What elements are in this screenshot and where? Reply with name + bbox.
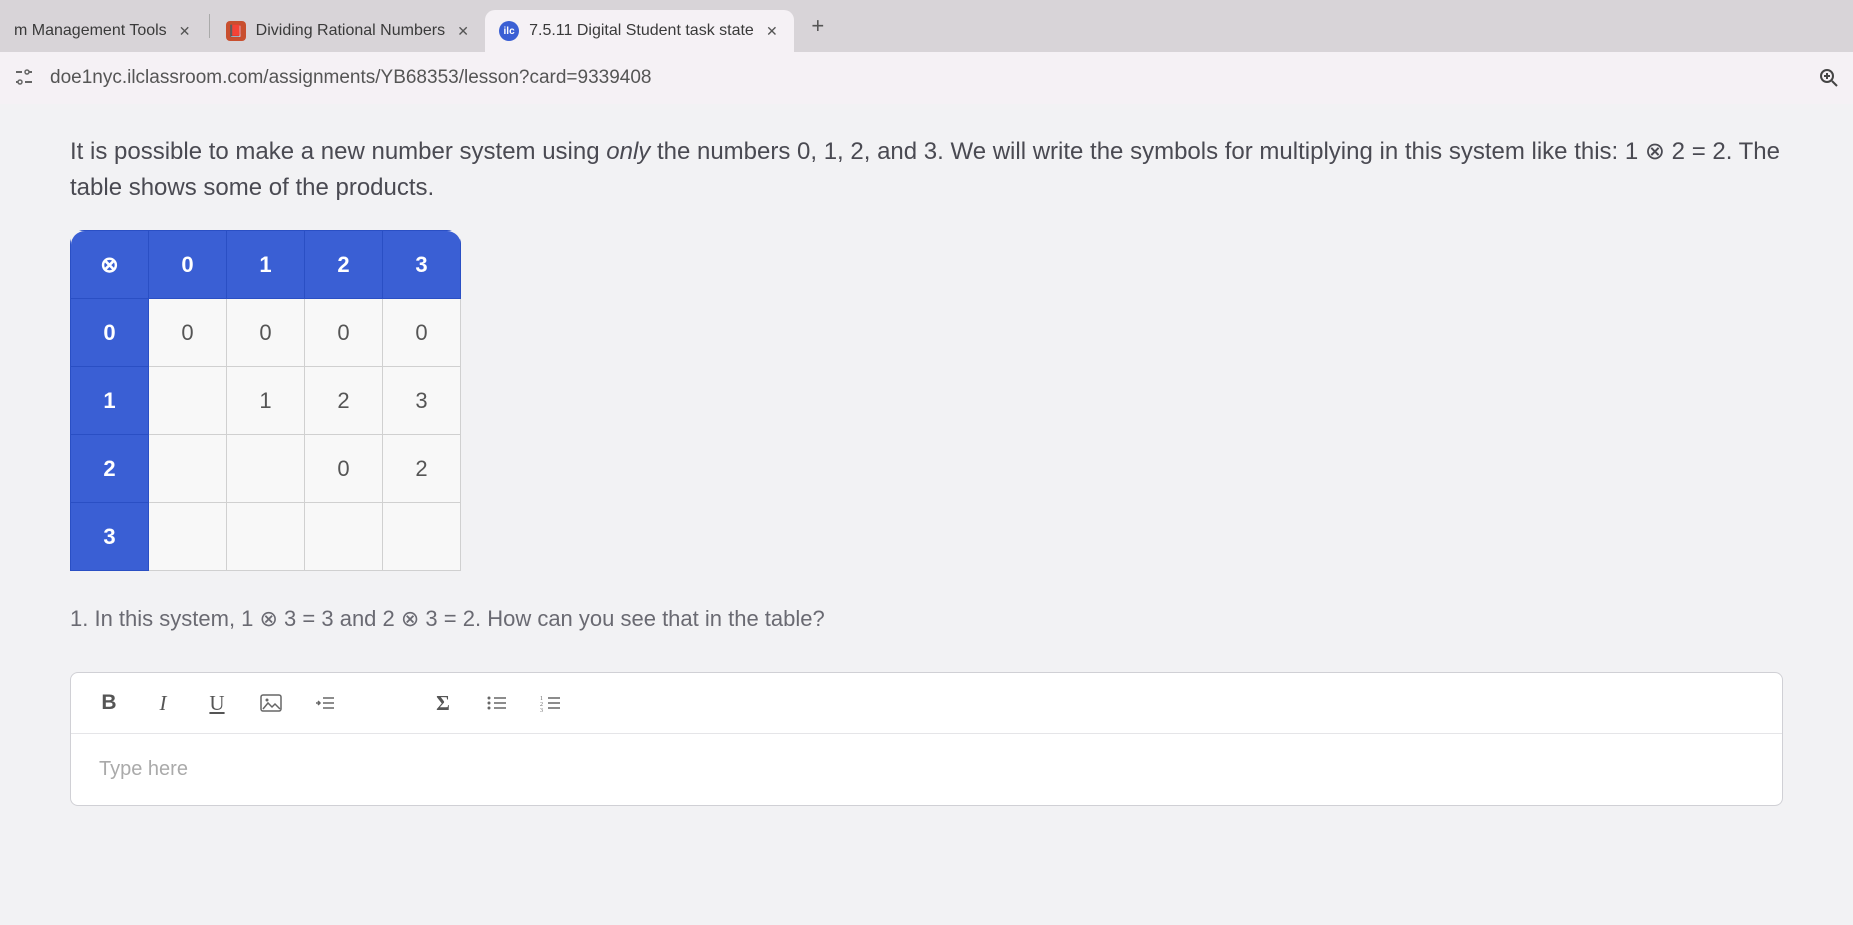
question-text: 1. In this system, 1 ⊗ 3 = 3 and 2 ⊗ 3 =… (70, 606, 1783, 632)
answer-editor: B I U Σ 123 Type here (70, 672, 1783, 806)
table-cell (305, 503, 383, 571)
row-header: 3 (71, 503, 149, 571)
svg-text:3: 3 (540, 708, 543, 712)
table-cell (227, 503, 305, 571)
table-cell (149, 503, 227, 571)
new-tab-button[interactable]: + (802, 10, 834, 42)
editor-textarea[interactable]: Type here (71, 734, 1782, 805)
ilc-icon: ilc (499, 21, 519, 41)
col-header: 0 (149, 231, 227, 299)
image-button[interactable] (257, 689, 285, 717)
table-cell: 0 (227, 299, 305, 367)
table-cell: 1 (227, 367, 305, 435)
close-icon[interactable]: ✕ (455, 23, 471, 39)
tab-management-tools[interactable]: m Management Tools ✕ (0, 10, 207, 52)
sigma-button[interactable]: Σ (429, 689, 457, 717)
editor-placeholder: Type here (99, 758, 188, 780)
browser-tab-bar: m Management Tools ✕ 📕 Dividing Rational… (0, 0, 1853, 52)
zoom-icon[interactable] (1817, 66, 1841, 90)
table-cell (227, 435, 305, 503)
intro-text: It is possible to make a new number syst… (70, 134, 1783, 206)
multiplication-table: ⊗ 0 1 2 3 0 0 0 0 0 1 1 2 3 2 (70, 230, 461, 571)
tab-dividing-rational[interactable]: 📕 Dividing Rational Numbers ✕ (212, 10, 485, 52)
table-cell: 0 (383, 299, 461, 367)
indent-button[interactable] (311, 689, 339, 717)
italic-button[interactable]: I (149, 689, 177, 717)
tab-digital-student-task[interactable]: ilc 7.5.11 Digital Student task state ✕ (485, 10, 794, 52)
table-cell: 0 (305, 299, 383, 367)
table-cell: 3 (383, 367, 461, 435)
table-cell: 0 (305, 435, 383, 503)
col-header: 1 (227, 231, 305, 299)
url-text[interactable]: doe1nyc.ilclassroom.com/assignments/YB68… (50, 67, 1803, 89)
table-cell (383, 503, 461, 571)
col-header: 3 (383, 231, 461, 299)
intro-only: only (606, 138, 650, 165)
underline-button[interactable]: U (203, 689, 231, 717)
close-icon[interactable]: ✕ (764, 23, 780, 39)
numbered-list-button[interactable]: 123 (537, 689, 565, 717)
close-icon[interactable]: ✕ (177, 23, 193, 39)
table-cell: 0 (149, 299, 227, 367)
book-icon: 📕 (226, 21, 246, 41)
tab-divider (209, 14, 210, 38)
tab-title: 7.5.11 Digital Student task state (529, 22, 754, 40)
table-cell: 2 (383, 435, 461, 503)
table-corner: ⊗ (71, 231, 149, 299)
row-header: 2 (71, 435, 149, 503)
col-header: 2 (305, 231, 383, 299)
site-settings-icon[interactable] (12, 66, 36, 90)
lesson-content: It is possible to make a new number syst… (0, 104, 1853, 925)
editor-toolbar: B I U Σ 123 (71, 673, 1782, 734)
tab-title: m Management Tools (14, 22, 167, 40)
row-header: 1 (71, 367, 149, 435)
table-cell (149, 367, 227, 435)
table-cell (149, 435, 227, 503)
bullet-list-button[interactable] (483, 689, 511, 717)
table-cell: 2 (305, 367, 383, 435)
row-header: 0 (71, 299, 149, 367)
tab-title: Dividing Rational Numbers (256, 22, 445, 40)
intro-prefix: It is possible to make a new number syst… (70, 138, 606, 165)
address-bar: doe1nyc.ilclassroom.com/assignments/YB68… (0, 52, 1853, 104)
bold-button[interactable]: B (95, 689, 123, 717)
